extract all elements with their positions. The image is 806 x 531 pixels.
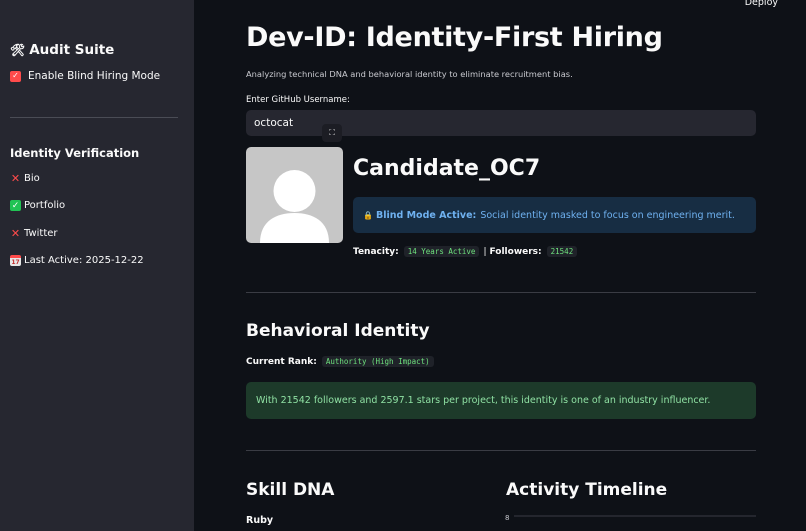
behavioral-message: With 21542 followers and 2597.1 stars pe… [256,395,711,406]
app-root: 🛠 Audit Suite ✓ Enable Blind Hiring Mode… [0,0,806,531]
behavioral-success-alert: With 21542 followers and 2597.1 stars pe… [246,382,756,419]
info-alert-strong: Blind Mode Active: [375,209,477,221]
verification-item-portfolio: ✓ Portfolio [10,200,65,211]
verification-item-bio: ✕ Bio [10,172,40,185]
verification-item-label: Twitter [24,228,58,239]
cross-icon: ✕ [10,172,21,185]
page-subtitle: Analyzing technical DNA and behavioral i… [246,69,573,79]
deploy-button[interactable]: Deploy [745,0,778,8]
verification-item-twitter: ✕ Twitter [10,227,58,240]
checkbox-checked-icon[interactable]: ✓ [10,70,21,82]
page-title: Dev-ID: Identity-First Hiring [246,22,663,53]
followers-label: Followers: [489,246,542,257]
candidate-name: Candidate_OC7 [353,156,541,181]
behavioral-identity-heading: Behavioral Identity [246,321,430,341]
identity-verification-heading: Identity Verification [10,146,140,160]
section-divider [246,450,756,451]
sidebar-title: 🛠 Audit Suite [10,42,114,58]
sidebar-divider [10,117,178,118]
tenacity-value: 14 Years Active [403,246,480,257]
calendar-icon: 17 [10,255,21,266]
verification-item-last-active: 17 Last Active: 2025-12-22 [10,255,144,266]
verification-item-label: Bio [24,173,40,184]
current-rank: Current Rank: Authority (High Impact) [246,356,434,367]
hammer-wrench-icon: 🛠 [10,43,26,57]
sidebar: 🛠 Audit Suite ✓ Enable Blind Hiring Mode… [0,0,194,531]
avatar-placeholder-icon [260,170,329,243]
blind-mode-label: Enable Blind Hiring Mode [28,70,161,82]
followers-value: 21542 [546,246,578,257]
current-rank-value: Authority (High Impact) [321,356,434,367]
skill-dna-heading: Skill DNA [246,480,335,500]
main-content: Deploy Dev-ID: Identity-First Hiring Ana… [194,0,806,531]
skill-language-label: Ruby [246,515,274,526]
info-alert-text: Social identity masked to focus on engin… [480,209,735,221]
chart-y-tick-label: 8 [505,514,509,522]
candidate-avatar [246,147,343,243]
current-rank-label: Current Rank: [246,356,317,367]
check-icon: ✓ [10,200,21,211]
verification-item-label: Portfolio [24,200,66,211]
username-label: Enter GitHub Username: [246,95,350,105]
fullscreen-expand-button[interactable]: ⛶ [322,124,342,142]
activity-timeline-heading: Activity Timeline [506,480,668,500]
sidebar-title-text: Audit Suite [29,42,115,58]
expand-icon: ⛶ [329,128,335,137]
blind-mode-info-alert: 🔒 Blind Mode Active: Social identity mas… [353,197,756,233]
section-divider [246,292,756,293]
stats-separator: | [483,246,487,257]
cross-icon: ✕ [10,227,21,240]
candidate-stats: Tenacity: 14 Years Active | Followers: 2… [353,246,578,257]
lock-icon: 🔒 [363,210,373,220]
verification-item-label: Last Active: 2025-12-22 [24,255,144,266]
activity-timeline-chart: 8 [505,514,756,522]
blind-mode-checkbox[interactable]: ✓ Enable Blind Hiring Mode [10,70,160,82]
tenacity-label: Tenacity: [353,246,399,257]
